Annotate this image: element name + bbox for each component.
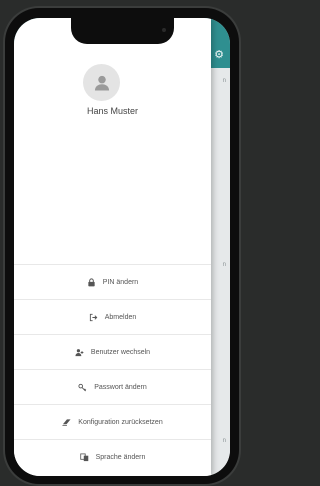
menu-item-label: Sprache ändern <box>95 453 146 461</box>
camera-icon <box>162 28 166 32</box>
phone-screen: ⚙ n n n Hans Muster PIN ändern Abmelden <box>14 18 230 476</box>
background-edge-letter: n <box>222 78 226 84</box>
logout-icon <box>89 313 98 322</box>
menu-item-label: PIN ändern <box>102 278 139 286</box>
menu-item-pin-aendern[interactable]: PIN ändern <box>14 264 211 299</box>
menu-item-passwort-aendern[interactable]: Passwort ändern <box>14 369 211 404</box>
key-icon <box>78 383 87 392</box>
lock-icon <box>87 277 96 287</box>
user-switch-icon <box>75 348 84 357</box>
menu-item-label: Benutzer wechseln <box>90 348 151 356</box>
background-edge-letter: n <box>222 438 226 444</box>
menu-item-abmelden[interactable]: Abmelden <box>14 299 211 334</box>
menu-item-label: Konfiguration zurücksetzen <box>78 418 163 426</box>
background-edge-letter: n <box>222 262 226 268</box>
avatar <box>83 64 120 101</box>
user-icon <box>94 75 109 90</box>
side-drawer: Hans Muster PIN ändern Abmelden Benutzer… <box>14 18 211 476</box>
phone-notch <box>71 18 174 44</box>
menu-item-konfiguration-zuruecksetzen[interactable]: Konfiguration zurücksetzen <box>14 404 211 439</box>
eraser-icon <box>62 418 71 427</box>
menu-item-label: Passwort ändern <box>94 383 147 391</box>
drawer-menu: PIN ändern Abmelden Benutzer wechseln Pa… <box>14 264 211 474</box>
gear-icon[interactable]: ⚙ <box>214 48 224 61</box>
menu-item-sprache-aendern[interactable]: Sprache ändern <box>14 439 211 474</box>
language-icon <box>79 452 89 462</box>
user-name: Hans Muster <box>86 106 139 116</box>
menu-item-benutzer-wechseln[interactable]: Benutzer wechseln <box>14 334 211 369</box>
menu-item-label: Abmelden <box>104 313 137 321</box>
